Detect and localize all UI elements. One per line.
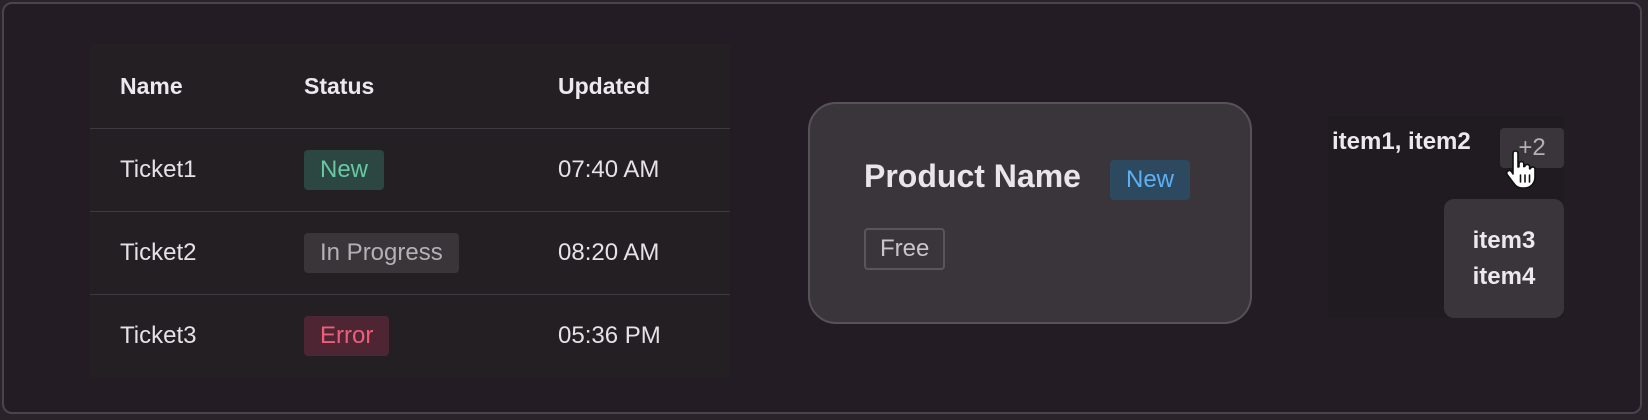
updated-time: 08:20 AM [558, 239, 660, 266]
overflow-list: item1, item2 +2 item3 item4 [1328, 116, 1564, 318]
table-header-row: Name Status Updated [90, 44, 730, 129]
status-badge: Error [304, 316, 390, 356]
product-card[interactable]: Product Name New Free [808, 102, 1252, 324]
table-row[interactable]: Ticket1 New 07:40 AM [90, 129, 730, 212]
status-cell: In Progress [304, 212, 459, 294]
column-header-updated: Updated [558, 72, 650, 99]
updated-time: 07:40 AM [558, 156, 660, 183]
price-tag: Free [864, 228, 946, 270]
updated-time: 05:36 PM [558, 322, 661, 349]
status-cell: New [304, 129, 385, 211]
status-badge: New [304, 150, 385, 190]
tickets-table: Name Status Updated Ticket1 New 07:40 AM… [90, 44, 730, 377]
status-cell: Error [304, 295, 390, 377]
popup-item[interactable]: item3 [1473, 223, 1536, 259]
status-badge: In Progress [304, 233, 459, 273]
ticket-name: Ticket1 [120, 156, 197, 183]
app-frame: Name Status Updated Ticket1 New 07:40 AM… [2, 2, 1642, 414]
hand-pointer-icon [1505, 150, 1536, 189]
popup-item[interactable]: item4 [1473, 259, 1536, 295]
product-title: Product Name [864, 158, 1081, 194]
visible-items: item1, item2 [1332, 128, 1471, 155]
column-header-name: Name [120, 72, 183, 99]
column-header-status: Status [304, 72, 375, 99]
new-badge: New [1110, 160, 1191, 200]
table-row[interactable]: Ticket2 In Progress 08:20 AM [90, 212, 730, 295]
table-row[interactable]: Ticket3 Error 05:36 PM [90, 295, 730, 377]
ticket-name: Ticket2 [120, 239, 197, 266]
hidden-items-popup: item3 item4 [1444, 199, 1564, 318]
ticket-name: Ticket3 [120, 322, 197, 349]
